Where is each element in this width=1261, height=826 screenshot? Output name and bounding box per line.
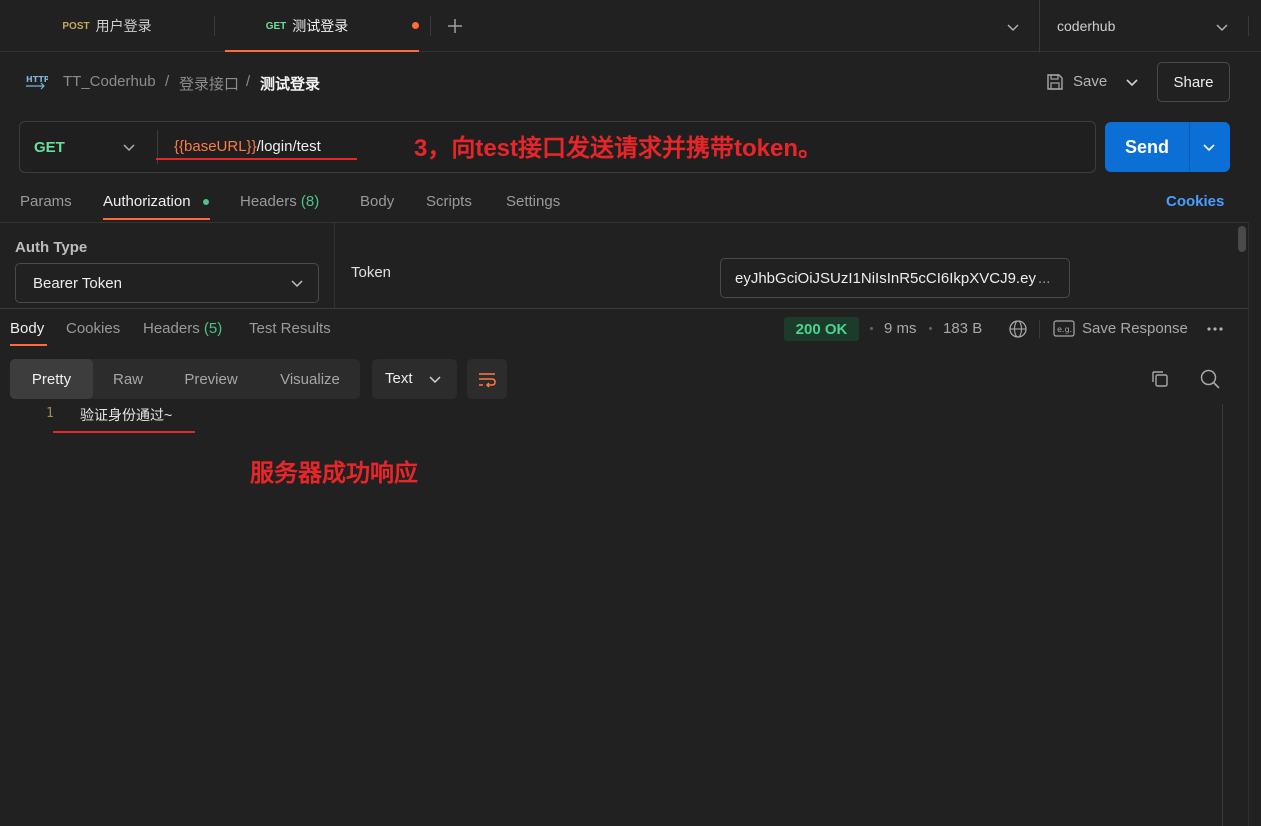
auth-scrollbar[interactable] — [1238, 226, 1246, 252]
send-separator — [1189, 122, 1190, 172]
tab-label: 测试登录 — [292, 18, 349, 34]
save-icon[interactable] — [1045, 72, 1065, 92]
url-path: /login/test — [256, 138, 321, 155]
tab-scripts[interactable]: Scripts — [426, 193, 472, 210]
response-headers-label: Headers — [143, 320, 200, 337]
divider — [0, 222, 1248, 223]
result-annotation: 服务器成功响应 — [250, 460, 418, 487]
token-input[interactable]: eyJhbGciOiJSUzI1NiIsInR5cCI6IkpXVCJ9.ey.… — [720, 258, 1070, 298]
panel-divider[interactable] — [0, 308, 1248, 309]
tab-headers-count: (8) — [300, 193, 320, 210]
tab-method: POST — [62, 20, 90, 32]
auth-type-value: Bearer Token — [33, 275, 122, 292]
tab-params[interactable]: Params — [20, 193, 72, 210]
response-size[interactable]: 183 B — [943, 320, 982, 337]
tab-body[interactable]: Body — [360, 193, 394, 210]
response-tab-headers[interactable]: Headers (5) — [143, 320, 222, 337]
http-icon: HTTP — [26, 75, 48, 90]
search-icon[interactable] — [1199, 368, 1221, 390]
method-select[interactable]: GET — [34, 139, 65, 156]
format-value: Text — [385, 370, 413, 387]
meta-dot — [929, 327, 932, 330]
view-pretty-button[interactable]: Pretty — [10, 359, 93, 399]
tab-headers-label: Headers — [240, 193, 297, 210]
response-tab-body[interactable]: Body — [10, 320, 44, 337]
globe-icon[interactable] — [1008, 319, 1028, 339]
response-tab-cookies[interactable]: Cookies — [66, 320, 120, 337]
auth-type-label: Auth Type — [15, 239, 88, 256]
active-tab-indicator — [225, 50, 419, 52]
new-tab-plus-icon[interactable] — [446, 17, 464, 35]
response-headers-count: (5) — [203, 320, 223, 337]
unsaved-dot-icon — [412, 22, 419, 29]
tab-divider — [1248, 16, 1249, 36]
wrap-lines-icon — [479, 373, 496, 388]
response-tab-test-results[interactable]: Test Results — [249, 320, 331, 337]
divider — [1039, 320, 1040, 338]
svg-text:e.g.: e.g. — [1057, 325, 1072, 334]
breadcrumb-separator: / — [246, 73, 251, 90]
response-body-text[interactable]: 验证身份通过~ — [80, 405, 172, 425]
authorization-active-dot-icon — [203, 199, 209, 205]
divider — [1248, 222, 1249, 826]
meta-dot — [870, 327, 873, 330]
token-label: Token — [351, 264, 392, 281]
method-chevron-down-icon[interactable] — [122, 140, 136, 154]
cookies-link[interactable]: Cookies — [1166, 193, 1224, 210]
share-button[interactable]: Share — [1157, 62, 1230, 102]
url-variable: {{baseURL}} — [174, 138, 257, 155]
view-preview-button[interactable]: Preview — [170, 359, 252, 399]
auth-type-chevron-down-icon — [291, 280, 303, 288]
response-time[interactable]: 9 ms — [884, 320, 917, 337]
response-scrollbar-track[interactable] — [1222, 404, 1223, 826]
save-button[interactable]: Save — [1073, 73, 1107, 90]
active-response-tab-indicator — [10, 344, 47, 346]
url-input[interactable]: {{baseURL}}/login/test — [174, 138, 321, 155]
tab-authorization[interactable]: Authorization — [103, 193, 191, 210]
tabs-chevron-down-icon[interactable] — [1006, 20, 1020, 34]
breadcrumb-folder[interactable]: 登录接口 — [179, 73, 239, 94]
save-response-button[interactable]: Save Response — [1082, 320, 1188, 337]
environment-chevron-down-icon[interactable] — [1215, 20, 1229, 34]
svg-text:HTTP: HTTP — [26, 75, 48, 84]
step-annotation: 3，向test接口发送请求并携带token。 — [414, 135, 823, 162]
breadcrumb-request[interactable]: 测试登录 — [260, 73, 320, 94]
tab-divider — [214, 16, 215, 36]
view-visualize-button[interactable]: Visualize — [265, 359, 355, 399]
send-button[interactable]: Send — [1105, 122, 1189, 172]
format-chevron-down-icon — [429, 376, 441, 384]
token-value: eyJhbGciOiJSUzI1NiIsInR5cCI6IkpXVCJ9.ey — [735, 269, 1036, 287]
tab-label: 用户登录 — [95, 18, 152, 34]
status-badge[interactable]: 200 OK — [784, 317, 859, 341]
tab-divider — [430, 16, 431, 36]
tab-test-login[interactable]: GET 测试登录 — [225, 0, 419, 52]
tab-method: GET — [265, 20, 287, 32]
breadcrumb-separator: / — [165, 73, 170, 90]
more-options-icon[interactable] — [1206, 326, 1224, 332]
url-underline-annotation — [156, 158, 357, 160]
copy-icon[interactable] — [1150, 369, 1170, 389]
send-options-chevron-icon[interactable] — [1202, 140, 1216, 154]
save-options-chevron-icon[interactable] — [1125, 75, 1139, 89]
environment-selector-label[interactable]: coderhub — [1057, 18, 1115, 34]
line-number: 1 — [46, 406, 54, 421]
token-ellipsis: ... — [1037, 269, 1051, 287]
divider — [334, 223, 335, 309]
tab-headers[interactable]: Headers (8) — [240, 193, 319, 210]
tab-settings[interactable]: Settings — [506, 193, 560, 210]
response-underline-annotation — [53, 431, 195, 433]
example-icon: e.g. — [1053, 320, 1075, 337]
active-request-tab-indicator — [103, 218, 210, 220]
breadcrumb-collection[interactable]: TT_Coderhub — [63, 73, 156, 90]
view-raw-button[interactable]: Raw — [98, 359, 158, 399]
tab-user-login[interactable]: POST 用户登录 — [0, 0, 214, 52]
workspace-divider — [1039, 0, 1040, 52]
